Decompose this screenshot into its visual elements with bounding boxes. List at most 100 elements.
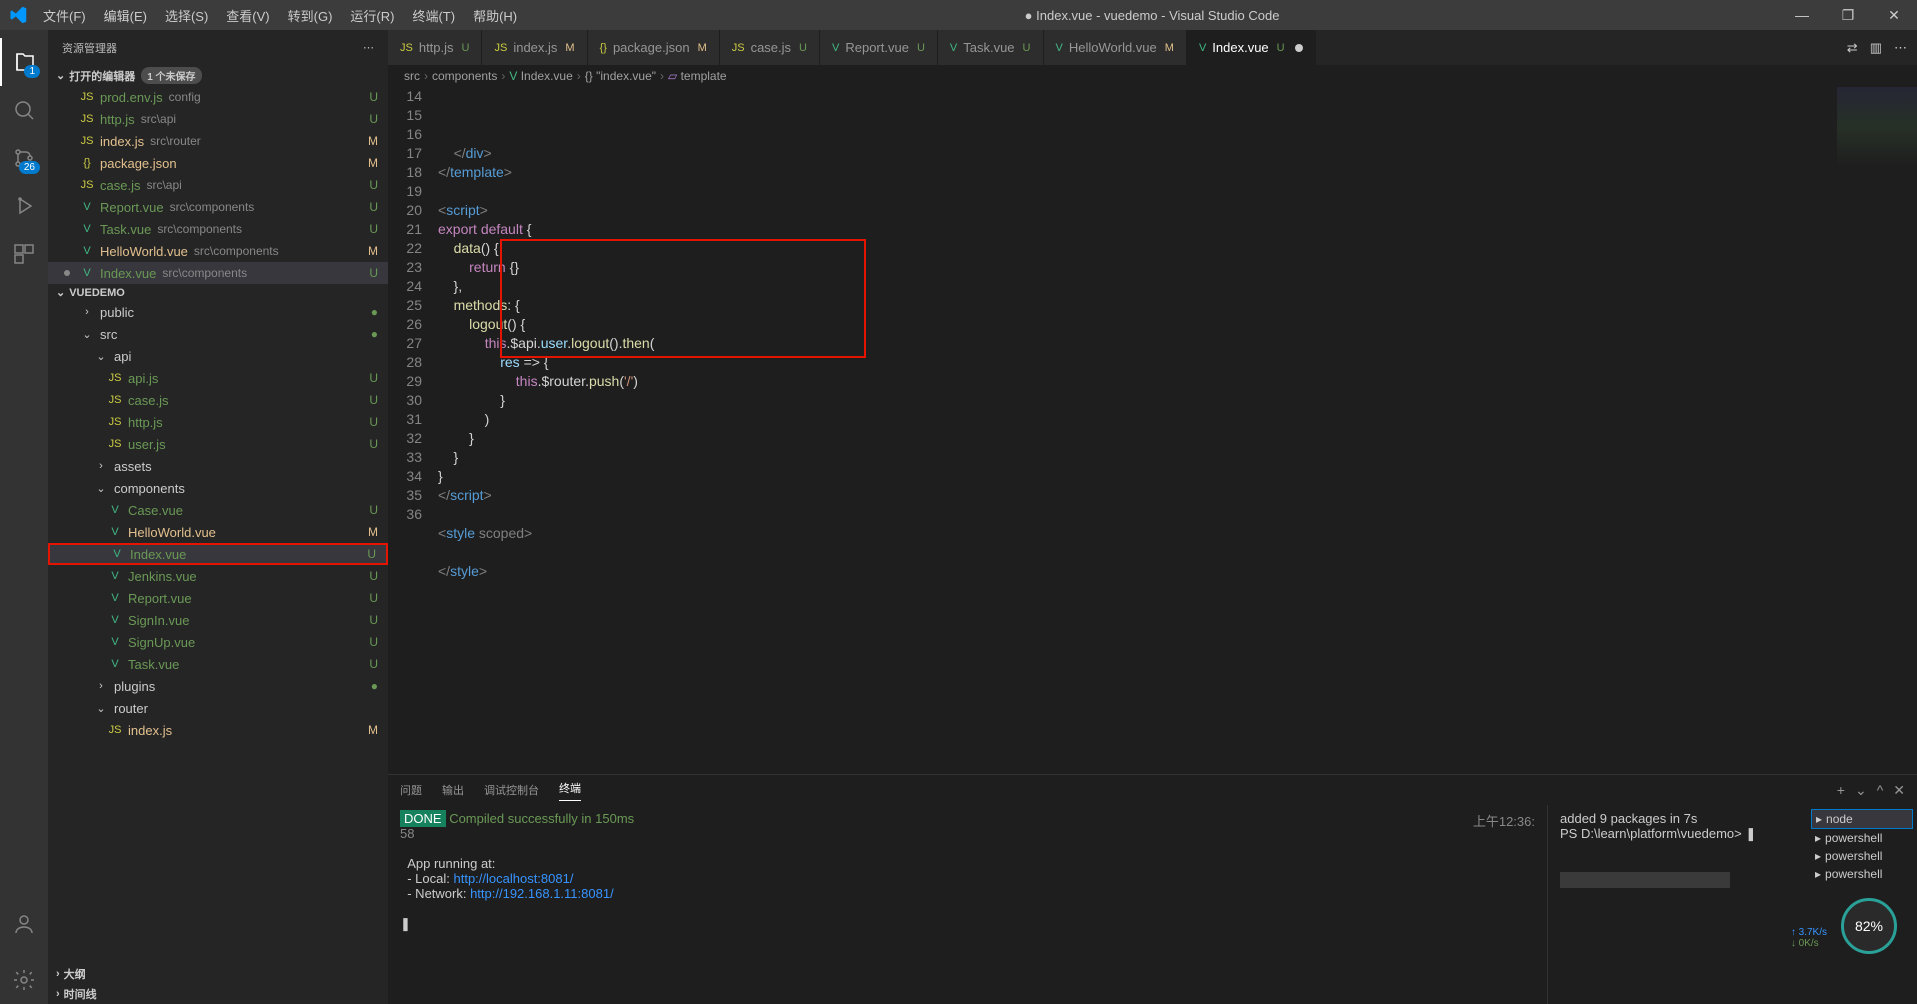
minimap[interactable]	[1837, 87, 1917, 187]
close-icon[interactable]: ✕	[1871, 7, 1917, 24]
menu-item[interactable]: 选择(S)	[157, 2, 216, 29]
tree-item[interactable]: ›assets	[48, 455, 388, 477]
open-editor-item[interactable]: JScase.jssrc\apiU	[48, 174, 388, 196]
terminal-list-item[interactable]: ▸powershell	[1811, 847, 1913, 865]
open-editor-item[interactable]: JSindex.jssrc\routerM	[48, 130, 388, 152]
file-name: user.js	[128, 437, 166, 452]
maximize-icon[interactable]: ❐	[1825, 7, 1871, 24]
editor-tab[interactable]: VIndex.vueU	[1187, 30, 1316, 65]
new-terminal-icon[interactable]: +	[1837, 782, 1845, 799]
network-url[interactable]: http://192.168.1.11:8081/	[470, 886, 614, 901]
split-icon[interactable]: ▥	[1870, 40, 1882, 56]
breadcrumb-item[interactable]: {} "index.vue"	[585, 69, 656, 83]
tree-item[interactable]: ⌄router	[48, 697, 388, 719]
terminal-list-item[interactable]: ▸powershell	[1811, 829, 1913, 847]
maximize-panel-icon[interactable]: ^	[1877, 782, 1884, 799]
tree-item[interactable]: JSapi.jsU	[48, 367, 388, 389]
menu-item[interactable]: 帮助(H)	[465, 2, 525, 29]
search-icon[interactable]	[0, 86, 48, 134]
terminal-list-item[interactable]: ▸node	[1811, 809, 1913, 829]
editor-tab[interactable]: JSindex.jsM	[482, 30, 587, 65]
tree-item[interactable]: VJenkins.vueU	[48, 565, 388, 587]
tree-item[interactable]: JScase.jsU	[48, 389, 388, 411]
file-name: Jenkins.vue	[128, 569, 197, 584]
breadcrumb[interactable]: src›components›V Index.vue›{} "index.vue…	[388, 65, 1917, 87]
tree-item[interactable]: VHelloWorld.vueM	[48, 521, 388, 543]
project-header[interactable]: ⌄ VUEDEMO	[48, 284, 388, 301]
chevron-icon: ›	[78, 306, 96, 318]
outline-header[interactable]: ›大纲	[48, 964, 388, 984]
open-editor-item[interactable]: VIndex.vuesrc\componentsU	[48, 262, 388, 284]
settings-icon[interactable]	[0, 956, 48, 1004]
timeline-header[interactable]: ›时间线	[48, 984, 388, 1004]
panel-tab[interactable]: 输出	[442, 782, 464, 798]
code-editor[interactable]: 1415161718192021222324252627282930313233…	[388, 87, 1917, 774]
tree-item[interactable]: VSignIn.vueU	[48, 609, 388, 631]
tab-label: Task.vue	[963, 40, 1014, 55]
tree-item[interactable]: JShttp.jsU	[48, 411, 388, 433]
open-editor-item[interactable]: {}package.jsonM	[48, 152, 388, 174]
open-editors-header[interactable]: ⌄ 打开的编辑器 1 个未保存	[48, 65, 388, 86]
open-editor-item[interactable]: VReport.vuesrc\componentsU	[48, 196, 388, 218]
editor-tab[interactable]: VTask.vueU	[938, 30, 1044, 65]
tree-item[interactable]: ⌄api	[48, 345, 388, 367]
local-url[interactable]: http://localhost:8081/	[453, 871, 573, 886]
compare-icon[interactable]: ⇄	[1847, 40, 1858, 56]
file-name: plugins	[114, 679, 155, 694]
tree-item[interactable]: VReport.vueU	[48, 587, 388, 609]
explorer-icon[interactable]: 1	[0, 38, 48, 86]
dropdown-icon[interactable]: ⌄	[1855, 782, 1867, 799]
minimize-icon[interactable]: —	[1779, 7, 1825, 24]
scm-icon[interactable]: 26	[0, 134, 48, 182]
file-name: http.js	[128, 415, 163, 430]
terminal-list-item[interactable]: ▸powershell	[1811, 865, 1913, 883]
file-icon: JS	[106, 724, 124, 736]
breadcrumb-item[interactable]: components	[432, 69, 497, 83]
tree-item[interactable]: VSignUp.vueU	[48, 631, 388, 653]
menu-item[interactable]: 运行(R)	[342, 2, 402, 29]
terminal-right[interactable]: added 9 packages in 7s PS D:\learn\platf…	[1547, 805, 1807, 1004]
terminal-name: powershell	[1825, 849, 1882, 863]
account-icon[interactable]	[0, 900, 48, 948]
panel-tab[interactable]: 调试控制台	[484, 782, 539, 798]
more-icon[interactable]: ⋯	[363, 41, 374, 54]
debug-icon[interactable]	[0, 182, 48, 230]
close-panel-icon[interactable]: ✕	[1893, 782, 1905, 799]
editor-tab[interactable]: {}package.jsonM	[588, 30, 720, 65]
open-editor-item[interactable]: VTask.vuesrc\componentsU	[48, 218, 388, 240]
open-editor-item[interactable]: JShttp.jssrc\apiU	[48, 108, 388, 130]
terminal-main[interactable]: DONE Compiled successfully in 150ms上午12:…	[388, 805, 1547, 1004]
panel-tab[interactable]: 终端	[559, 780, 581, 801]
tree-item[interactable]: ⌄src●	[48, 323, 388, 345]
tree-item[interactable]: ⌄components	[48, 477, 388, 499]
file-icon: JS	[106, 438, 124, 450]
tree-item[interactable]: ›public●	[48, 301, 388, 323]
breadcrumb-item[interactable]: src	[404, 69, 420, 83]
editor-tab[interactable]: JShttp.jsU	[388, 30, 482, 65]
menu-item[interactable]: 终端(T)	[404, 2, 463, 29]
open-editor-item[interactable]: VHelloWorld.vuesrc\componentsM	[48, 240, 388, 262]
code-lines[interactable]: </div></template> <script>export default…	[438, 87, 1917, 774]
menu-item[interactable]: 文件(F)	[35, 2, 94, 29]
file-name: case.js	[128, 393, 168, 408]
editor-tab[interactable]: JScase.jsU	[720, 30, 820, 65]
sidebar-header: 资源管理器 ⋯	[48, 30, 388, 65]
panel-tab[interactable]: 问题	[400, 782, 422, 798]
more-icon[interactable]: ⋯	[1894, 40, 1907, 56]
breadcrumb-item[interactable]: ▱ template	[668, 69, 727, 83]
tree-item[interactable]: VCase.vueU	[48, 499, 388, 521]
breadcrumb-item[interactable]: V Index.vue	[509, 69, 572, 83]
tab-status: M	[698, 42, 707, 54]
tree-item[interactable]: JSuser.jsU	[48, 433, 388, 455]
tree-item[interactable]: VIndex.vueU	[48, 543, 388, 565]
menu-item[interactable]: 转到(G)	[280, 2, 341, 29]
extensions-icon[interactable]	[0, 230, 48, 278]
tree-item[interactable]: JSindex.jsM	[48, 719, 388, 741]
tree-item[interactable]: ›plugins●	[48, 675, 388, 697]
menu-item[interactable]: 编辑(E)	[96, 2, 155, 29]
editor-tab[interactable]: VHelloWorld.vueM	[1044, 30, 1187, 65]
open-editor-item[interactable]: JSprod.env.jsconfigU	[48, 86, 388, 108]
menu-item[interactable]: 查看(V)	[218, 2, 277, 29]
tree-item[interactable]: VTask.vueU	[48, 653, 388, 675]
editor-tab[interactable]: VReport.vueU	[820, 30, 938, 65]
